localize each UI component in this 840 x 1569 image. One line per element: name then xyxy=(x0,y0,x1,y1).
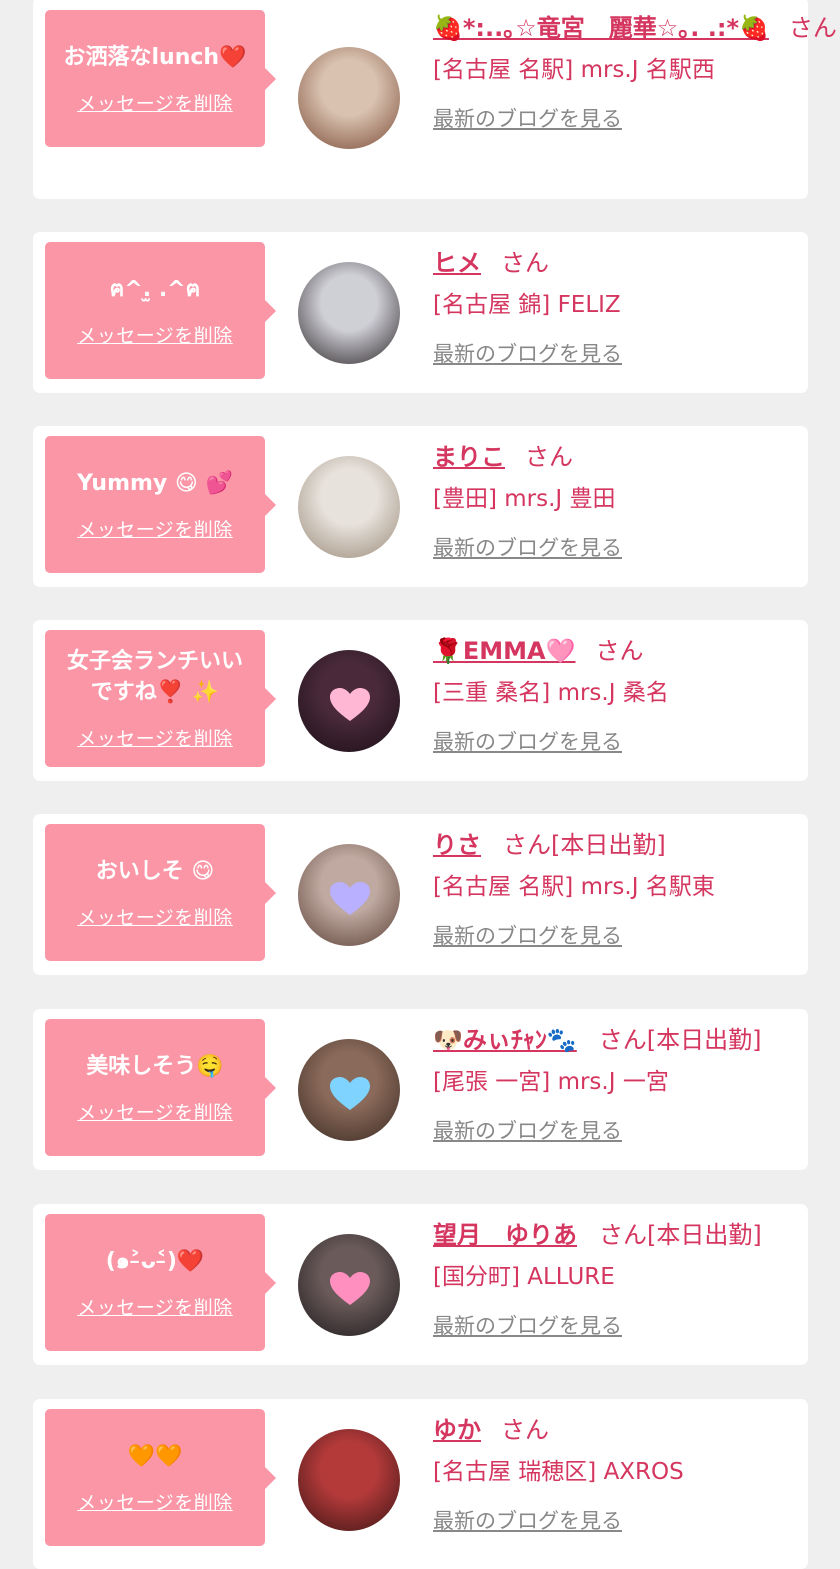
message-bubble: ฅ^.̫ .^ฅ メッセージを削除 xyxy=(45,242,276,379)
cast-name-link[interactable]: まりこ xyxy=(433,443,505,471)
message-text: 🧡🧡 xyxy=(127,1443,183,1469)
cast-name-link[interactable]: 🐶みぃﾁｬﾝ🐾 xyxy=(433,1026,577,1054)
blog-link[interactable]: 最新のブログを見る xyxy=(433,1310,622,1340)
name-suffix: さん xyxy=(501,1416,549,1444)
blog-link[interactable]: 最新のブログを見る xyxy=(433,726,622,756)
delete-message-link[interactable]: メッセージを削除 xyxy=(77,1293,233,1320)
cast-name-link[interactable]: 🍓*:..｡☆竜宮 麗華☆｡. .:*🍓 xyxy=(433,14,769,42)
name-line: 🍓*:..｡☆竜宮 麗華☆｡. .:*🍓 さん xyxy=(433,9,837,47)
delete-message-link[interactable]: メッセージを削除 xyxy=(77,1098,233,1125)
message-card: (๑˃̵ᴗ˂̵)❤️ メッセージを削除 望月 ゆりあ さん[本日出勤] [国分町]… xyxy=(33,1204,808,1365)
name-suffix: さん[本日出勤] xyxy=(598,1026,762,1054)
message-text: お洒落なlunch❤️ xyxy=(63,44,247,70)
cast-info: 望月 ゆりあ さん[本日出勤] [国分町] ALLURE 最新のブログを見る xyxy=(433,1216,803,1340)
blog-link[interactable]: 最新のブログを見る xyxy=(433,920,622,950)
shop-label: [豊田] mrs.J 豊田 xyxy=(433,486,616,512)
cast-info: まりこ さん [豊田] mrs.J 豊田 最新のブログを見る xyxy=(433,438,803,562)
message-text: 女子会ランチいいですね❣️ ✨ xyxy=(66,649,243,705)
delete-message-link[interactable]: メッセージを削除 xyxy=(77,903,233,930)
cast-name-link[interactable]: 望月 ゆりあ xyxy=(433,1221,577,1249)
message-card: 🧡🧡 メッセージを削除 ゆか さん [名古屋 瑞穂区] AXROS 最新のブログを… xyxy=(33,1399,808,1569)
message-card: ฅ^.̫ .^ฅ メッセージを削除 ヒメ さん [名古屋 錦] FELIZ 最新の… xyxy=(33,232,808,393)
cast-name-link[interactable]: ゆか xyxy=(433,1416,481,1444)
blog-link[interactable]: 最新のブログを見る xyxy=(433,1505,622,1535)
cast-info: 🌹EMMA🩷 さん [三重 桑名] mrs.J 桑名 最新のブログを見る xyxy=(433,632,803,756)
delete-message-link[interactable]: メッセージを削除 xyxy=(77,515,233,542)
message-bubble: 女子会ランチいいですね❣️ ✨ メッセージを削除 xyxy=(45,630,276,767)
avatar[interactable] xyxy=(298,47,400,149)
delete-message-link[interactable]: メッセージを削除 xyxy=(77,321,233,348)
name-suffix: さん xyxy=(788,14,837,42)
name-line: 🌹EMMA🩷 さん xyxy=(433,632,803,670)
message-card: Yummy 😋 💕 メッセージを削除 まりこ さん [豊田] mrs.J 豊田 最… xyxy=(33,426,808,587)
message-bubble: (๑˃̵ᴗ˂̵)❤️ メッセージを削除 xyxy=(45,1214,276,1351)
avatar-photo xyxy=(298,47,400,149)
cast-name-link[interactable]: ヒメ xyxy=(433,249,481,277)
shop-label: [名古屋 名駅] mrs.J 名駅西 xyxy=(433,57,715,83)
blog-link[interactable]: 最新のブログを見る xyxy=(433,1115,622,1145)
message-text: おいしそ 😋 xyxy=(95,858,215,884)
shop-label: [名古屋 名駅] mrs.J 名駅東 xyxy=(433,874,715,900)
message-text: 美味しそう🤤 xyxy=(86,1053,224,1079)
shop-label: [三重 桑名] mrs.J 桑名 xyxy=(433,680,669,706)
name-line: ゆか さん xyxy=(433,1411,803,1449)
cast-name-link[interactable]: りさ xyxy=(433,831,481,859)
name-suffix: さん xyxy=(595,637,644,665)
heart-sticker-icon xyxy=(330,1077,370,1110)
avatar[interactable] xyxy=(298,262,400,364)
cast-info: りさ さん[本日出勤] [名古屋 名駅] mrs.J 名駅東 最新のブログを見る xyxy=(433,826,803,950)
name-line: 🐶みぃﾁｬﾝ🐾 さん[本日出勤] xyxy=(433,1021,803,1059)
message-text: ฅ^.̫ .^ฅ xyxy=(109,276,201,302)
delete-message-link[interactable]: メッセージを削除 xyxy=(77,1488,233,1515)
shop-label: [名古屋 瑞穂区] AXROS xyxy=(433,1459,684,1485)
name-suffix: さん xyxy=(525,443,573,471)
name-line: りさ さん[本日出勤] xyxy=(433,826,803,864)
delete-message-link[interactable]: メッセージを削除 xyxy=(77,724,233,751)
message-text: Yummy 😋 💕 xyxy=(77,470,233,496)
cast-info: 🍓*:..｡☆竜宮 麗華☆｡. .:*🍓 さん [名古屋 名駅] mrs.J 名駅… xyxy=(433,9,837,133)
cast-name-link[interactable]: 🌹EMMA🩷 xyxy=(433,637,576,665)
name-suffix: さん[本日出勤] xyxy=(599,1221,762,1249)
heart-sticker-icon xyxy=(330,882,370,915)
shop-label: [国分町] ALLURE xyxy=(433,1264,615,1290)
cast-info: ヒメ さん [名古屋 錦] FELIZ 最新のブログを見る xyxy=(433,244,803,368)
name-line: 望月 ゆりあ さん[本日出勤] xyxy=(433,1216,803,1254)
avatar-photo xyxy=(298,1429,400,1531)
avatar[interactable] xyxy=(298,650,400,752)
heart-sticker-icon xyxy=(330,1272,370,1305)
avatar[interactable] xyxy=(298,1429,400,1531)
delete-message-link[interactable]: メッセージを削除 xyxy=(77,89,233,116)
message-bubble: おいしそ 😋 メッセージを削除 xyxy=(45,824,276,961)
shop-label: [尾張 一宮] mrs.J 一宮 xyxy=(433,1069,669,1095)
blog-link[interactable]: 最新のブログを見る xyxy=(433,532,622,562)
name-suffix: さん[本日出勤] xyxy=(503,831,666,859)
avatar-photo xyxy=(298,262,400,364)
message-bubble: Yummy 😋 💕 メッセージを削除 xyxy=(45,436,276,573)
name-line: まりこ さん xyxy=(433,438,803,476)
message-bubble: お洒落なlunch❤️ メッセージを削除 xyxy=(45,10,276,147)
message-card: 美味しそう🤤 メッセージを削除 🐶みぃﾁｬﾝ🐾 さん[本日出勤] [尾張 一宮] … xyxy=(33,1009,808,1170)
avatar[interactable] xyxy=(298,1039,400,1141)
message-card: お洒落なlunch❤️ メッセージを削除 🍓*:..｡☆竜宮 麗華☆｡. .:*… xyxy=(33,0,837,199)
name-suffix: さん xyxy=(501,249,549,277)
message-list: お洒落なlunch❤️ メッセージを削除 🍓*:..｡☆竜宮 麗華☆｡. .:*… xyxy=(0,0,840,1569)
avatar[interactable] xyxy=(298,456,400,558)
message-card: 女子会ランチいいですね❣️ ✨ メッセージを削除 🌹EMMA🩷 さん [三重 桑名… xyxy=(33,620,808,781)
message-bubble: 美味しそう🤤 メッセージを削除 xyxy=(45,1019,276,1156)
message-card: おいしそ 😋 メッセージを削除 りさ さん[本日出勤] [名古屋 名駅] mrs.… xyxy=(33,814,808,975)
avatar-photo xyxy=(298,456,400,558)
message-bubble: 🧡🧡 メッセージを削除 xyxy=(45,1409,276,1546)
shop-label: [名古屋 錦] FELIZ xyxy=(433,292,621,318)
blog-link[interactable]: 最新のブログを見る xyxy=(433,338,622,368)
name-line: ヒメ さん xyxy=(433,244,803,282)
cast-info: 🐶みぃﾁｬﾝ🐾 さん[本日出勤] [尾張 一宮] mrs.J 一宮 最新のブログを… xyxy=(433,1021,803,1145)
cast-info: ゆか さん [名古屋 瑞穂区] AXROS 最新のブログを見る xyxy=(433,1411,803,1535)
avatar[interactable] xyxy=(298,844,400,946)
blog-link[interactable]: 最新のブログを見る xyxy=(433,103,622,133)
message-text: (๑˃̵ᴗ˂̵)❤️ xyxy=(105,1248,205,1274)
heart-sticker-icon xyxy=(330,688,370,721)
avatar[interactable] xyxy=(298,1234,400,1336)
